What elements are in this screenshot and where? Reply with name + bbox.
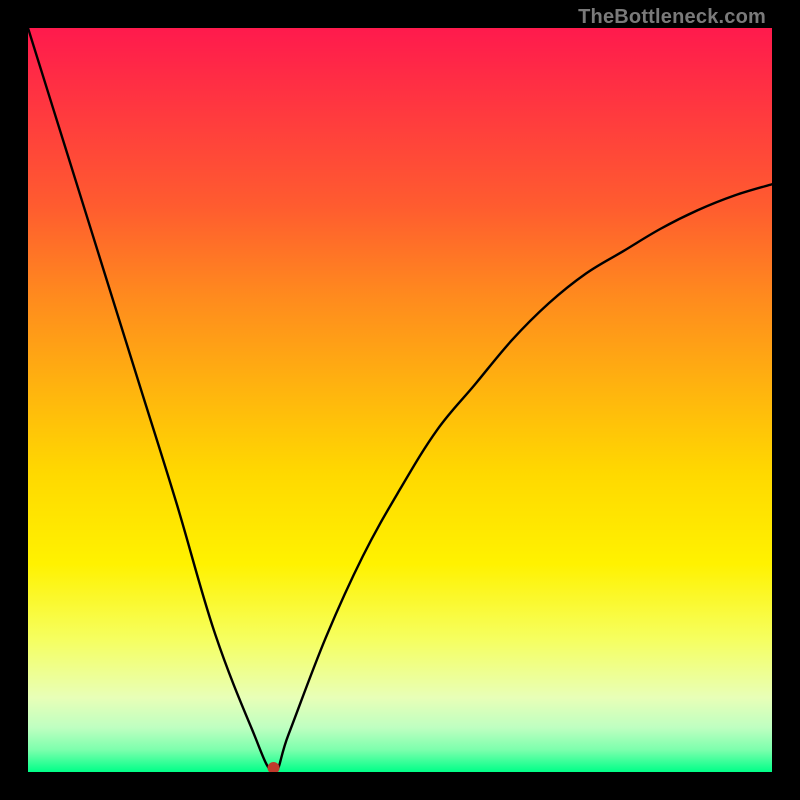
plot-area: [28, 28, 772, 772]
bottleneck-curve: [28, 28, 772, 772]
watermark-text: TheBottleneck.com: [578, 6, 766, 29]
minimum-marker: [268, 762, 280, 772]
chart-svg: [28, 28, 772, 772]
chart-frame: TheBottleneck.com: [0, 0, 800, 800]
